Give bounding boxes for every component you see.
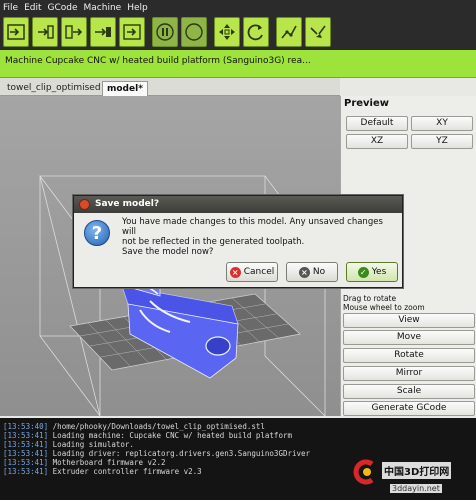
rotate-button[interactable]: Rotate [343, 348, 475, 363]
top-bar: File Edit GCode Machine Help [0, 0, 476, 50]
watermark-text: 中国3D打印网 [382, 462, 452, 479]
pause-icon [156, 23, 174, 41]
dialog-title: Save model? [95, 199, 160, 209]
dialog-message-line: Save the model now? [122, 247, 214, 257]
connect-icon [281, 25, 297, 39]
toolbar [3, 17, 331, 48]
dialog-title-bar: Save model? [74, 196, 402, 213]
simulate-icon [123, 24, 141, 40]
control-panel-button[interactable] [214, 17, 240, 47]
build-to-file-button[interactable] [32, 17, 58, 47]
watermark: 中国3D打印网 3ddayin.net [352, 456, 474, 498]
move-button[interactable]: Move [343, 330, 475, 345]
connect-button[interactable] [276, 17, 302, 47]
build-button[interactable] [90, 17, 116, 47]
console-line: [13:53:41] Loading simulator. [3, 440, 134, 449]
view-default-button[interactable]: Default [346, 116, 408, 131]
check-icon: ✓ [357, 266, 369, 278]
machine-status-text: Machine Cupcake CNC w/ heated build plat… [5, 56, 311, 66]
cancel-label: Cancel [243, 267, 275, 277]
yes-button[interactable]: ✓ Yes [346, 262, 398, 282]
cancel-button[interactable]: × Cancel [226, 262, 278, 282]
close-icon[interactable] [79, 199, 90, 210]
control-panel-icon [219, 24, 235, 40]
yes-label: Yes [371, 267, 387, 277]
disconnect-button[interactable] [305, 17, 331, 47]
simulate-button[interactable] [119, 17, 145, 47]
menu-file[interactable]: File [3, 2, 18, 14]
no-icon: × [298, 266, 310, 278]
tab-bar: towel_clip_optimised model* [0, 78, 340, 96]
menu-help[interactable]: Help [127, 2, 148, 14]
zoom-hint: Mouse wheel to zoom [343, 303, 425, 312]
view-xz-button[interactable]: XZ [346, 134, 408, 149]
no-button[interactable]: × No [286, 262, 338, 282]
disconnect-icon [310, 25, 326, 38]
menu-gcode[interactable]: GCode [48, 2, 78, 14]
scale-button[interactable]: Scale [343, 384, 475, 399]
view-xy-button[interactable]: XY [411, 116, 473, 131]
pause-button[interactable] [152, 17, 178, 47]
build-to-machine-button[interactable] [3, 17, 29, 47]
reset-button[interactable] [243, 17, 269, 47]
tab-model[interactable]: model* [102, 81, 148, 96]
tab-towel-clip[interactable]: towel_clip_optimised [3, 81, 105, 96]
watermark-logo-icon [353, 459, 374, 485]
upload-button[interactable] [61, 17, 87, 47]
reset-icon [247, 24, 263, 41]
save-model-dialog: Save model? ? You have made changes to t… [73, 195, 403, 288]
dialog-message-line: You have made changes to this model. Any… [122, 217, 383, 237]
dialog-message-line: not be reflected in the generated toolpa… [122, 237, 305, 247]
rotate-hint: Drag to rotate [343, 294, 397, 303]
menu-bar: File Edit GCode Machine Help [3, 2, 148, 14]
generate-gcode-button[interactable]: Generate GCode [343, 401, 475, 416]
build-icon [95, 27, 111, 37]
console-line: [13:53:41] Loading machine: Cupcake CNC … [3, 431, 292, 440]
console-line: [13:53:40] /home/phooky/Downloads/towel_… [3, 422, 265, 431]
build-to-file-icon [38, 25, 54, 39]
view-yz-button[interactable]: YZ [411, 134, 473, 149]
no-label: No [312, 267, 326, 277]
watermark-site: 3ddayin.net [390, 484, 442, 493]
dialog-message: You have made changes to this model. Any… [122, 217, 397, 257]
menu-edit[interactable]: Edit [24, 2, 41, 14]
machine-status-bar: Machine Cupcake CNC w/ heated build plat… [0, 50, 476, 78]
cancel-icon: × [229, 266, 241, 278]
upload-icon [65, 25, 83, 39]
preview-title: Preview [344, 98, 390, 109]
stop-icon [185, 23, 203, 41]
menu-machine[interactable]: Machine [84, 2, 122, 14]
question-icon: ? [84, 220, 110, 246]
view-button[interactable]: View [343, 313, 475, 328]
build-to-machine-icon [7, 24, 25, 40]
mirror-button[interactable]: Mirror [343, 366, 475, 381]
stop-button[interactable] [181, 17, 207, 47]
